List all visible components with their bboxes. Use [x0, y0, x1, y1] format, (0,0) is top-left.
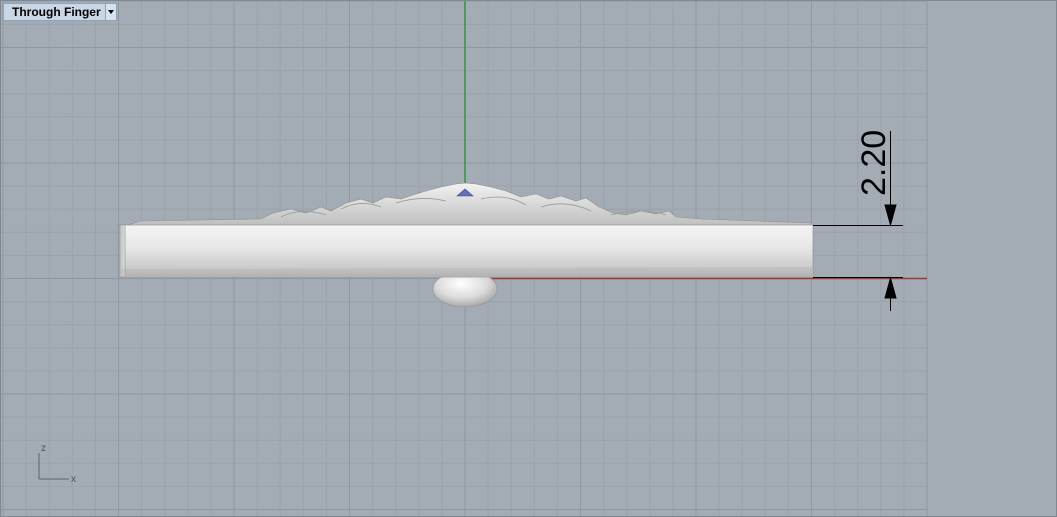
- viewport[interactable]: Through Finger 2.20 z x: [0, 0, 1057, 517]
- dimension-arrow-up: [884, 276, 897, 299]
- viewport-title-label[interactable]: Through Finger: [4, 4, 105, 20]
- ring-model[interactable]: [118, 182, 814, 278]
- viewport-title-tab[interactable]: Through Finger: [3, 3, 117, 21]
- axis-gizmo: [38, 453, 69, 480]
- viewport-menu-button[interactable]: [104, 4, 116, 20]
- axis-gizmo-x-label: x: [71, 474, 76, 485]
- axis-gizmo-z-label: z: [41, 443, 46, 454]
- ring-top-relief: [120, 182, 814, 228]
- chevron-down-icon: [107, 10, 114, 14]
- dimension-label: 2.20: [855, 130, 893, 196]
- viewport-canvas[interactable]: 2.20 z x: [1, 1, 1057, 517]
- dimension-arrow-down: [884, 204, 897, 227]
